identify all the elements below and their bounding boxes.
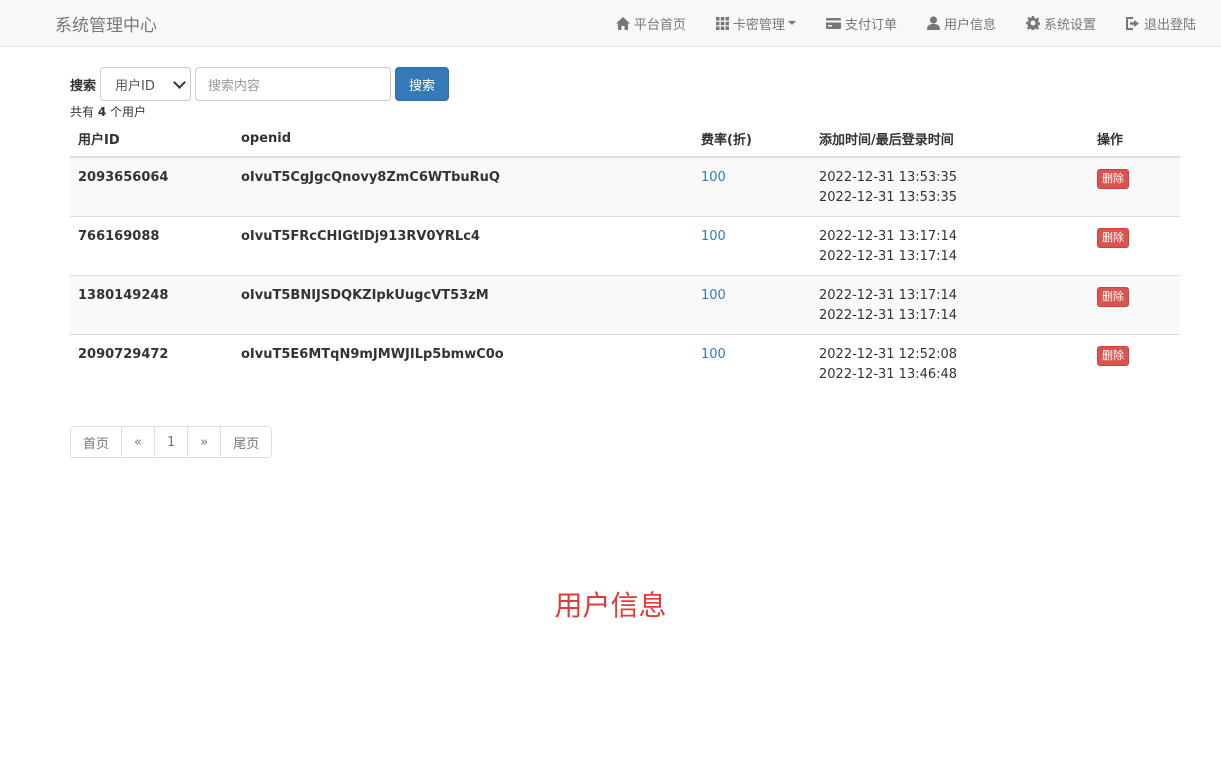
logout-icon <box>1125 16 1139 30</box>
last-login-time: 2022-12-31 13:17:14 <box>819 308 958 323</box>
openid-cell: oIvuT5BNIJSDQKZIpkUugcVT53zM <box>233 275 693 335</box>
delete-button[interactable]: 删除 <box>1097 346 1129 366</box>
nav-item-payment-orders[interactable]: 支付订单 <box>811 0 912 46</box>
nav-item-label: 用户信息 <box>943 17 996 33</box>
summary-prefix: 共有 <box>70 105 98 119</box>
user-id-cell: 766169088 <box>70 216 233 276</box>
grid-icon <box>715 16 729 30</box>
user-id-cell: 2093656064 <box>70 156 233 217</box>
nav-item-label: 卡密管理 <box>732 17 785 33</box>
credit-card-icon <box>825 17 841 29</box>
chevron-down-icon <box>173 75 186 89</box>
page-next[interactable]: » <box>187 426 222 458</box>
openid-cell: oIvuT5FRcCHIGtIDj913RV0YRLc4 <box>233 216 693 276</box>
column-header-action: 操作 <box>1089 121 1180 158</box>
page-1[interactable]: 1 <box>153 426 189 458</box>
rate-cell: 100 <box>693 334 811 393</box>
page-last[interactable]: 尾页 <box>220 426 273 458</box>
search-input-placeholder: 搜索内容 <box>208 78 261 94</box>
page-section-title: 用户信息 <box>554 589 667 622</box>
rate-link[interactable]: 100 <box>701 288 726 303</box>
added-time: 2022-12-31 13:53:35 <box>819 170 958 185</box>
home-icon <box>615 16 630 30</box>
user-count: 4 <box>97 105 107 119</box>
nav-item-card-management[interactable]: 卡密管理 <box>701 0 811 46</box>
search-bar: 搜索 用户ID 搜索内容 搜索 <box>70 67 450 101</box>
user-count-summary: 共有 4 个用户 <box>70 103 146 120</box>
search-field-select[interactable]: 用户ID <box>100 67 192 101</box>
gear-icon <box>1025 16 1040 30</box>
table-row: 766169088 oIvuT5FRcCHIGtIDj913RV0YRLc4 1… <box>70 216 1180 276</box>
table-row: 2093656064 oIvuT5CgJgcQnovy8ZmC6WTbuRuQ … <box>70 156 1180 217</box>
delete-button[interactable]: 删除 <box>1097 287 1129 307</box>
action-cell: 删除 <box>1089 156 1180 217</box>
delete-button[interactable]: 删除 <box>1097 169 1129 189</box>
action-cell: 删除 <box>1089 216 1180 276</box>
brand-title[interactable]: 系统管理中心 <box>55 11 157 36</box>
rate-cell: 100 <box>693 216 811 276</box>
added-time: 2022-12-31 13:17:14 <box>819 288 958 303</box>
summary-suffix: 个用户 <box>106 105 147 119</box>
time-cell: 2022-12-31 13:17:14 2022-12-31 13:17:14 <box>811 275 1089 335</box>
page-prev[interactable]: « <box>121 426 155 458</box>
pagination: 首页 « 1 » 尾页 <box>70 426 273 458</box>
column-header-time: 添加时间/最后登录时间 <box>811 121 1089 158</box>
rate-link[interactable]: 100 <box>701 229 726 244</box>
nav-item-home[interactable]: 平台首页 <box>601 0 701 46</box>
nav-item-system-settings[interactable]: 系统设置 <box>1011 0 1111 46</box>
search-field-selected: 用户ID <box>115 78 155 94</box>
nav-item-user-info[interactable]: 用户信息 <box>912 0 1011 46</box>
top-navbar: 系统管理中心 平台首页 卡密管理 支付订单 用户信息 系统设置 退出登陆 <box>0 0 1221 47</box>
table-row: 2090729472 oIvuT5E6MTqN9mJMWJILp5bmwC0o … <box>70 334 1180 393</box>
search-label: 搜索 <box>70 78 97 94</box>
time-cell: 2022-12-31 12:52:08 2022-12-31 13:46:48 <box>811 334 1089 393</box>
search-button[interactable]: 搜索 <box>395 67 450 101</box>
time-cell: 2022-12-31 13:17:14 2022-12-31 13:17:14 <box>811 216 1089 276</box>
table-header-row: 用户ID openid 费率(折) 添加时间/最后登录时间 操作 <box>70 121 1180 158</box>
delete-button[interactable]: 删除 <box>1097 228 1129 248</box>
column-header-openid: openid <box>233 121 693 158</box>
search-input[interactable]: 搜索内容 <box>195 67 392 101</box>
time-cell: 2022-12-31 13:53:35 2022-12-31 13:53:35 <box>811 156 1089 217</box>
added-time: 2022-12-31 13:17:14 <box>819 229 958 244</box>
rate-link[interactable]: 100 <box>701 347 726 362</box>
rate-link[interactable]: 100 <box>701 170 726 185</box>
added-time: 2022-12-31 12:52:08 <box>819 347 958 362</box>
rate-cell: 100 <box>693 156 811 217</box>
caret-down-icon <box>787 21 796 25</box>
user-icon <box>926 16 940 30</box>
nav-item-label: 系统设置 <box>1043 17 1096 33</box>
user-id-cell: 1380149248 <box>70 275 233 335</box>
user-table: 用户ID openid 费率(折) 添加时间/最后登录时间 操作 2093656… <box>70 121 1180 393</box>
column-header-rate: 费率(折) <box>693 121 811 158</box>
nav-item-label: 退出登陆 <box>1143 17 1196 33</box>
user-id-cell: 2090729472 <box>70 334 233 393</box>
nav-item-label: 支付订单 <box>844 17 897 33</box>
openid-cell: oIvuT5CgJgcQnovy8ZmC6WTbuRuQ <box>233 156 693 217</box>
rate-cell: 100 <box>693 275 811 335</box>
last-login-time: 2022-12-31 13:46:48 <box>819 367 958 382</box>
action-cell: 删除 <box>1089 334 1180 393</box>
last-login-time: 2022-12-31 13:53:35 <box>819 190 958 205</box>
last-login-time: 2022-12-31 13:17:14 <box>819 249 958 264</box>
nav-item-logout[interactable]: 退出登陆 <box>1111 0 1221 46</box>
nav-item-label: 平台首页 <box>633 17 686 33</box>
openid-cell: oIvuT5E6MTqN9mJMWJILp5bmwC0o <box>233 334 693 393</box>
column-header-user-id: 用户ID <box>70 121 233 158</box>
action-cell: 删除 <box>1089 275 1180 335</box>
nav-menu: 平台首页 卡密管理 支付订单 用户信息 系统设置 退出登陆 <box>601 0 1221 46</box>
page-first[interactable]: 首页 <box>70 426 123 458</box>
table-row: 1380149248 oIvuT5BNIJSDQKZIpkUugcVT53zM … <box>70 275 1180 335</box>
